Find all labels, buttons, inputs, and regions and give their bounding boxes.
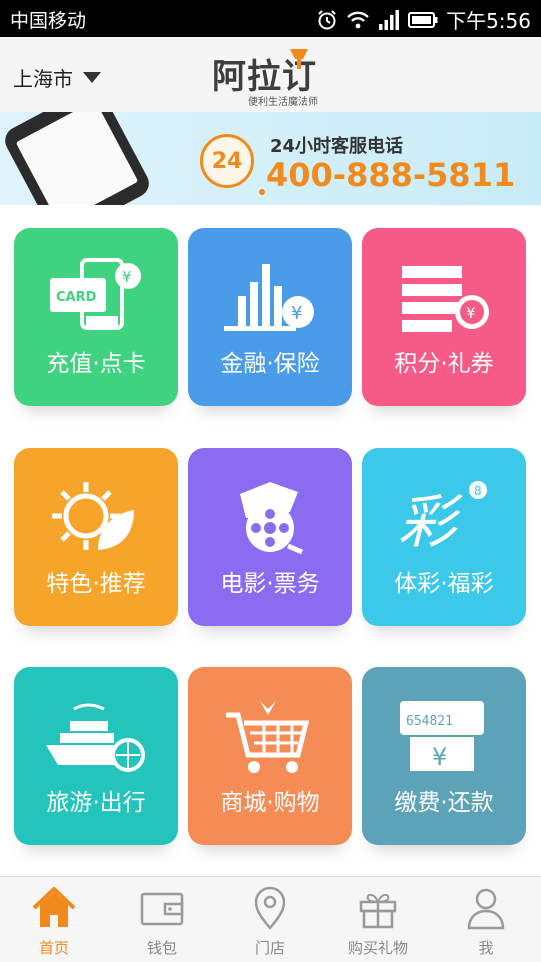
wallet-icon [140,892,184,926]
alarm-icon [318,9,336,29]
svg-text:8: 8 [474,484,482,498]
banner-page-indicator [259,189,265,195]
svg-text:654821: 654821 [406,714,453,729]
dropdown-arrow-icon [83,72,101,83]
tile-label: 体彩·福彩 [394,571,494,597]
points-coupon-icon: ¥ [402,266,489,332]
tile-label: 积分·礼券 [394,351,494,377]
lamp-logo-icon [290,49,308,69]
service-grid: CARD ¥ 充值·点卡 ¥ 金融·保险 ¥ 积分·礼券 特色·推荐 电影·票务… [0,205,541,875]
card-recharge-icon: CARD ¥ [50,258,141,330]
tab-me[interactable]: 我 [432,877,540,962]
phone-illustration-icon [0,112,154,205]
svg-text:¥: ¥ [432,743,447,771]
ship-globe-icon [46,703,145,772]
tab-label: 门店 [254,939,285,957]
lottery-icon: 彩 8 [398,481,487,556]
bottom-tab-bar: 首页 钱包 门店 购买礼物 我 [0,876,541,962]
hotline-banner[interactable]: 24 24小时客服电话 400-888-5811 [0,112,541,205]
phone-screen [15,112,139,205]
status-icons: 下午5:56 [316,5,531,34]
city-label: 上海市 [13,67,73,91]
tile-points[interactable]: ¥ 积分·礼券 [362,228,526,406]
logo-slogan: 便利生活魔法师 [248,97,318,108]
shopping-cart-icon [226,701,310,773]
finance-chart-icon: ¥ [224,264,314,331]
location-pin-icon [254,886,286,930]
tile-label: 缴费·还款 [394,790,494,816]
tile-mall[interactable]: 商城·购物 [188,667,352,845]
svg-text:CARD: CARD [56,290,97,305]
tile-lottery[interactable]: 彩 8 体彩·福彩 [362,448,526,626]
tile-featured[interactable]: 特色·推荐 [14,448,178,626]
carrier-name: 中国移动 [10,10,87,32]
app-header: 上海市 阿拉订 便利生活魔法师 [0,37,541,113]
tab-label: 我 [478,939,494,957]
tab-wallet[interactable]: 钱包 [108,877,216,962]
tile-finance[interactable]: ¥ 金融·保险 [188,228,352,406]
clock-time: 下午5:56 [446,9,531,33]
tile-travel[interactable]: 旅游·出行 [14,667,178,845]
app-logo: 阿拉订 便利生活魔法师 [212,43,342,108]
tab-label: 购买礼物 [347,939,408,957]
svg-text:¥: ¥ [291,303,302,324]
tile-movie[interactable]: 电影·票务 [188,448,352,626]
hotline-label: 24小时客服电话 [270,136,404,157]
tab-stores[interactable]: 门店 [216,877,324,962]
film-reel-icon [240,482,303,555]
city-selector[interactable]: 上海市 [13,63,101,92]
svg-text:¥: ¥ [122,268,132,286]
tile-label: 商城·购物 [220,790,320,816]
svg-text:彩: 彩 [398,488,463,556]
tab-home[interactable]: 首页 [0,877,108,962]
battery-icon [408,11,438,28]
tile-label: 金融·保险 [220,351,320,377]
tab-gifts[interactable]: 购买礼物 [324,877,432,962]
wifi-icon [347,11,369,28]
tab-label: 首页 [38,939,69,957]
signal-icon [379,9,400,30]
user-icon [467,888,505,930]
status-bar: 中国移动 下午5:56 [0,0,541,37]
gift-icon [359,893,397,929]
tile-label: 电影·票务 [220,571,320,597]
hotline-number: 400-888-5811 [266,156,516,194]
service-24h-icon: 24 [200,134,254,188]
tab-label: 钱包 [146,939,177,957]
sun-leaf-icon [52,482,134,550]
tile-label: 充值·点卡 [46,351,146,377]
tile-payment[interactable]: 654821 ¥ 缴费·还款 [362,667,526,845]
home-icon [32,886,76,927]
svg-text:¥: ¥ [466,304,476,322]
tile-label: 特色·推荐 [46,571,146,597]
service-24h-badge: 24 [211,148,243,174]
tile-recharge[interactable]: CARD ¥ 充值·点卡 [14,228,178,406]
tile-label: 旅游·出行 [46,790,146,816]
bill-payment-icon: 654821 ¥ [400,701,484,771]
